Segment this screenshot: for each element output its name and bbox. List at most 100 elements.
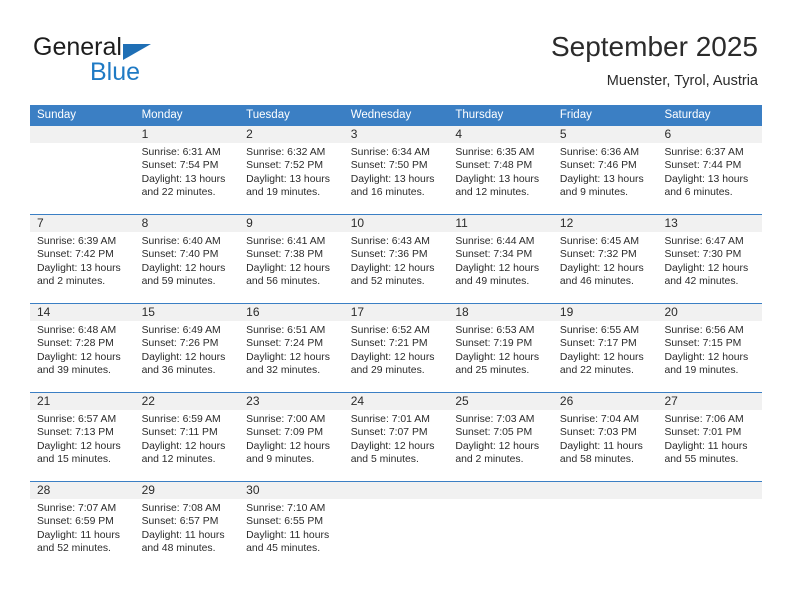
brand-logo[interactable]: General Blue (33, 33, 253, 89)
calendar-day-cell[interactable]: 22 Sunrise: 6:59 AM Sunset: 7:11 PM Dayligh… (134, 393, 240, 481)
calendar-day-cell[interactable]: 8 Sunrise: 6:40 AM Sunset: 7:40 PM Daylight… (134, 215, 240, 303)
sunset-text: Sunset: 7:09 PM (246, 427, 323, 439)
day-number: 18 (448, 304, 553, 321)
weekday-header-friday: Friday (559, 109, 592, 121)
calendar-grid: Sunday Monday Tuesday Wednesday Thursday Frid… (30, 105, 763, 570)
calendar-day-cell[interactable]: 9 Sunrise: 6:41 AM Sunset: 7:38 PM Daylight… (239, 215, 344, 303)
calendar-day-cell[interactable]: 1 Sunrise: 6:31 AM Sunset: 7:54 PM Daylight… (134, 126, 240, 214)
day-details: Sunrise: 6:49 AM Sunset: 7:26 PM Daylight:… (135, 321, 240, 378)
sunrise-text: Sunrise: 6:36 AM (559, 147, 640, 158)
sunset-text: Sunset: 7:21 PM (350, 338, 428, 350)
calendar-day-cell[interactable]: 29 Sunrise: 7:08 AM Sunset: 6:57 PM Dayligh… (134, 482, 240, 570)
day-number: 21 (30, 393, 135, 410)
day-details (657, 499, 762, 502)
calendar-day-cell[interactable]: 5 Sunrise: 6:36 AM Sunset: 7:46 PM Daylight… (552, 126, 658, 214)
sunrise-text: Sunrise: 7:00 AM (246, 414, 326, 425)
day-number: 24 (343, 393, 449, 410)
calendar-day-cell[interactable]: 11 Sunrise: 6:44 AM Sunset: 7:34 PM Dayligh… (448, 215, 553, 303)
calendar-day-cell[interactable]: 15 Sunrise: 6:49 AM Sunset: 7:26 PM Dayligh… (134, 304, 240, 392)
sunrise-text: Sunrise: 6:44 AM (455, 236, 535, 247)
calendar-week-row: 28 Sunrise: 7:07 AM Sunset: 6:59 PM Dayligh… (30, 481, 763, 570)
sunrise-text: Sunrise: 6:40 AM (141, 236, 221, 247)
sunrise-text: Sunrise: 6:59 AM (141, 414, 221, 425)
calendar-day-cell[interactable]: 26 Sunrise: 7:04 AM Sunset: 7:03 PM Dayligh… (552, 393, 658, 481)
calendar-day-cell[interactable]: 13 Sunrise: 6:47 AM Sunset: 7:30 PM Dayligh… (657, 215, 763, 303)
daylight-text-cont: and 9 minutes. (246, 454, 315, 466)
sunset-text: Sunset: 7:19 PM (455, 338, 533, 350)
calendar-day-cell[interactable]: 19 Sunrise: 6:55 AM Sunset: 7:17 PM Dayligh… (552, 304, 658, 392)
day-details: Sunrise: 6:55 AM Sunset: 7:17 PM Daylight:… (553, 321, 658, 378)
calendar-day-cell[interactable]: 25 Sunrise: 7:03 AM Sunset: 7:05 PM Dayligh… (448, 393, 553, 481)
day-number (448, 482, 553, 499)
daylight-text: Daylight: 12 hours (37, 351, 121, 363)
sunset-text: Sunset: 7:15 PM (664, 338, 742, 350)
day-details: Sunrise: 6:43 AM Sunset: 7:36 PM Daylight:… (344, 232, 449, 289)
calendar-day-cell[interactable]: 23 Sunrise: 7:00 AM Sunset: 7:09 PM Dayligh… (239, 393, 344, 481)
title-block: September 2025 Muenster, Tyrol, Austria (551, 30, 758, 91)
calendar-day-cell[interactable]: 12 Sunrise: 6:45 AM Sunset: 7:32 PM Dayligh… (552, 215, 658, 303)
calendar-day-cell[interactable]: 20 Sunrise: 6:56 AM Sunset: 7:15 PM Dayligh… (657, 304, 763, 392)
sunrise-text: Sunrise: 6:43 AM (350, 236, 430, 247)
calendar-day-cell[interactable]: 6 Sunrise: 6:37 AM Sunset: 7:44 PM Daylight… (657, 126, 763, 214)
daylight-text: Daylight: 13 hours (350, 173, 435, 185)
daylight-text-cont: and 2 minutes. (455, 454, 524, 466)
calendar-day-cell[interactable]: 27 Sunrise: 7:06 AM Sunset: 7:01 PM Dayligh… (657, 393, 763, 481)
daylight-text: Daylight: 11 hours (559, 440, 643, 452)
sunrise-text: Sunrise: 7:04 AM (559, 414, 640, 425)
calendar-day-cell[interactable]: 30 Sunrise: 7:10 AM Sunset: 6:55 PM Dayligh… (239, 482, 344, 570)
day-details: Sunrise: 7:06 AM Sunset: 7:01 PM Daylight:… (657, 410, 762, 467)
calendar-day-cell[interactable]: 18 Sunrise: 6:53 AM Sunset: 7:19 PM Dayligh… (448, 304, 553, 392)
daylight-text-cont: and 49 minutes. (455, 276, 530, 288)
calendar-day-cell[interactable]: 16 Sunrise: 6:51 AM Sunset: 7:24 PM Dayligh… (239, 304, 344, 392)
sunrise-text: Sunrise: 6:37 AM (664, 147, 744, 158)
sunset-text: Sunset: 7:07 PM (350, 427, 428, 439)
calendar-day-cell[interactable]: 28 Sunrise: 7:07 AM Sunset: 6:59 PM Dayligh… (30, 482, 135, 570)
sunset-text: Sunset: 6:57 PM (141, 516, 219, 528)
sunset-text: Sunset: 7:24 PM (246, 338, 323, 350)
day-number: 8 (134, 215, 240, 232)
daylight-text-cont: and 45 minutes. (246, 543, 321, 555)
calendar-day-cell[interactable]: 2 Sunrise: 6:32 AM Sunset: 7:52 PM Daylight… (239, 126, 344, 214)
sunset-text: Sunset: 7:46 PM (559, 160, 637, 172)
calendar-day-cell[interactable]: 14 Sunrise: 6:48 AM Sunset: 7:28 PM Dayligh… (30, 304, 135, 392)
day-number: 12 (552, 215, 658, 232)
sunrise-text: Sunrise: 6:53 AM (455, 325, 535, 336)
sunrise-text: Sunrise: 7:01 AM (350, 414, 430, 425)
day-details: Sunrise: 6:47 AM Sunset: 7:30 PM Daylight:… (657, 232, 762, 289)
daylight-text-cont: and 5 minutes. (350, 454, 419, 466)
calendar-day-cell[interactable]: 4 Sunrise: 6:35 AM Sunset: 7:48 PM Daylight… (448, 126, 553, 214)
calendar-day-cell[interactable]: 3 Sunrise: 6:34 AM Sunset: 7:50 PM Daylight… (343, 126, 449, 214)
calendar-day-cell-empty (552, 482, 658, 570)
daylight-text: Daylight: 12 hours (350, 351, 435, 363)
daylight-text-cont: and 19 minutes. (664, 365, 739, 377)
calendar-day-cell[interactable]: 21 Sunrise: 6:57 AM Sunset: 7:13 PM Dayligh… (30, 393, 135, 481)
calendar-day-cell[interactable]: 10 Sunrise: 6:43 AM Sunset: 7:36 PM Dayligh… (343, 215, 449, 303)
daylight-text: Daylight: 11 hours (37, 529, 120, 541)
sunset-text: Sunset: 7:01 PM (664, 427, 742, 439)
sunrise-text: Sunrise: 7:03 AM (455, 414, 535, 425)
sunrise-text: Sunrise: 6:35 AM (455, 147, 535, 158)
calendar-day-cell[interactable]: 24 Sunrise: 7:01 AM Sunset: 7:07 PM Dayligh… (343, 393, 449, 481)
sunset-text: Sunset: 7:13 PM (37, 427, 114, 439)
sunrise-text: Sunrise: 6:45 AM (559, 236, 640, 247)
daylight-text-cont: and 48 minutes. (141, 543, 216, 555)
daylight-text-cont: and 32 minutes. (246, 365, 321, 377)
sunrise-text: Sunrise: 6:32 AM (246, 147, 326, 158)
daylight-text: Daylight: 12 hours (141, 440, 226, 452)
daylight-text: Daylight: 12 hours (246, 351, 330, 363)
day-details: Sunrise: 6:39 AM Sunset: 7:42 PM Daylight:… (30, 232, 135, 289)
day-details: Sunrise: 7:01 AM Sunset: 7:07 PM Daylight:… (344, 410, 449, 467)
daylight-text-cont: and 25 minutes. (455, 365, 530, 377)
day-number: 25 (448, 393, 553, 410)
calendar-day-cell-empty (657, 482, 763, 570)
daylight-text: Daylight: 12 hours (350, 262, 435, 274)
calendar-week-row: 7 Sunrise: 6:39 AM Sunset: 7:42 PM Daylight… (30, 214, 763, 303)
day-number: 27 (657, 393, 763, 410)
calendar-day-cell[interactable]: 7 Sunrise: 6:39 AM Sunset: 7:42 PM Daylight… (30, 215, 135, 303)
calendar-day-cell[interactable]: 17 Sunrise: 6:52 AM Sunset: 7:21 PM Dayligh… (343, 304, 449, 392)
brand-name-blue: Blue (90, 58, 141, 86)
daylight-text: Daylight: 13 hours (37, 262, 121, 274)
daylight-text: Daylight: 12 hours (246, 440, 330, 452)
daylight-text: Daylight: 13 hours (664, 173, 749, 185)
daylight-text-cont: and 22 minutes. (141, 187, 216, 199)
